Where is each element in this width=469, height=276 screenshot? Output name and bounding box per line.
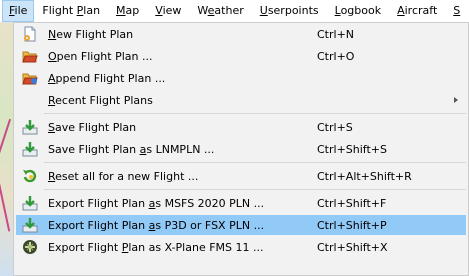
menubar: File Flight Plan Map View Weather Userpo… — [0, 0, 469, 23]
shortcut-label: Ctrl+S — [317, 120, 353, 134]
menu-item-save-flight-plan[interactable]: Save Flight Plan Ctrl+S — [16, 117, 466, 137]
menu-item-append-flight-plan[interactable]: Append Flight Plan ... — [16, 68, 466, 88]
export-icon — [22, 217, 38, 233]
folder-open-icon — [22, 48, 38, 64]
map-route-line — [0, 118, 12, 164]
menu-separator — [44, 162, 466, 163]
menu-item-export-p3d-fsx[interactable]: Export Flight Plan as P3D or FSX PLN ...… — [16, 215, 466, 235]
save-icon — [22, 119, 38, 135]
file-menu-dropdown: New Flight Plan Ctrl+N Open Flight Plan … — [13, 22, 469, 276]
shortcut-label: Ctrl+N — [317, 27, 355, 41]
menu-item-recent-flight-plans[interactable]: Recent Flight Plans — [16, 90, 466, 110]
menu-item-export-xplane-fms11[interactable]: Export Flight Plan as X-Plane FMS 11 ...… — [16, 237, 466, 257]
export-icon — [22, 195, 38, 211]
map-route-line — [0, 172, 11, 232]
menu-item-open-flight-plan[interactable]: Open Flight Plan ... Ctrl+O — [16, 46, 466, 66]
shortcut-label: Ctrl+Shift+S — [317, 142, 387, 156]
shortcut-label: Ctrl+Shift+X — [317, 240, 388, 254]
menu-flight-plan[interactable]: Flight Plan — [34, 0, 108, 22]
reset-icon — [22, 168, 38, 184]
menu-aircraft[interactable]: Aircraft — [389, 0, 445, 22]
submenu-arrow-icon — [454, 97, 458, 103]
map-background — [0, 22, 13, 276]
append-plan-icon — [22, 70, 38, 86]
menu-separator — [44, 189, 466, 190]
shortcut-label: Ctrl+Shift+F — [317, 196, 387, 210]
shortcut-label: Ctrl+Shift+P — [317, 218, 387, 232]
menu-item-new-flight-plan[interactable]: New Flight Plan Ctrl+N — [16, 24, 466, 44]
menu-map[interactable]: Map — [108, 0, 147, 22]
menu-view[interactable]: View — [147, 0, 189, 22]
menu-weather[interactable]: Weather — [189, 0, 251, 22]
menu-userpoints[interactable]: Userpoints — [252, 0, 327, 22]
new-plan-icon — [22, 26, 38, 42]
menu-item-reset-all[interactable]: Reset all for a new Flight ... Ctrl+Alt+… — [16, 166, 466, 186]
menu-logbook[interactable]: Logbook — [327, 0, 389, 22]
menu-truncated[interactable]: S — [445, 0, 468, 22]
shortcut-label: Ctrl+Alt+Shift+R — [317, 169, 412, 183]
menu-separator — [44, 113, 466, 114]
shortcut-label: Ctrl+O — [317, 49, 355, 63]
save-as-icon — [22, 141, 38, 157]
menu-item-export-msfs-2020[interactable]: Export Flight Plan as MSFS 2020 PLN ... … — [16, 193, 466, 213]
menu-item-save-as-lnmpln[interactable]: Save Flight Plan as LNMPLN ... Ctrl+Shif… — [16, 139, 466, 159]
menu-file[interactable]: File — [2, 0, 35, 22]
xplane-icon — [22, 239, 38, 255]
